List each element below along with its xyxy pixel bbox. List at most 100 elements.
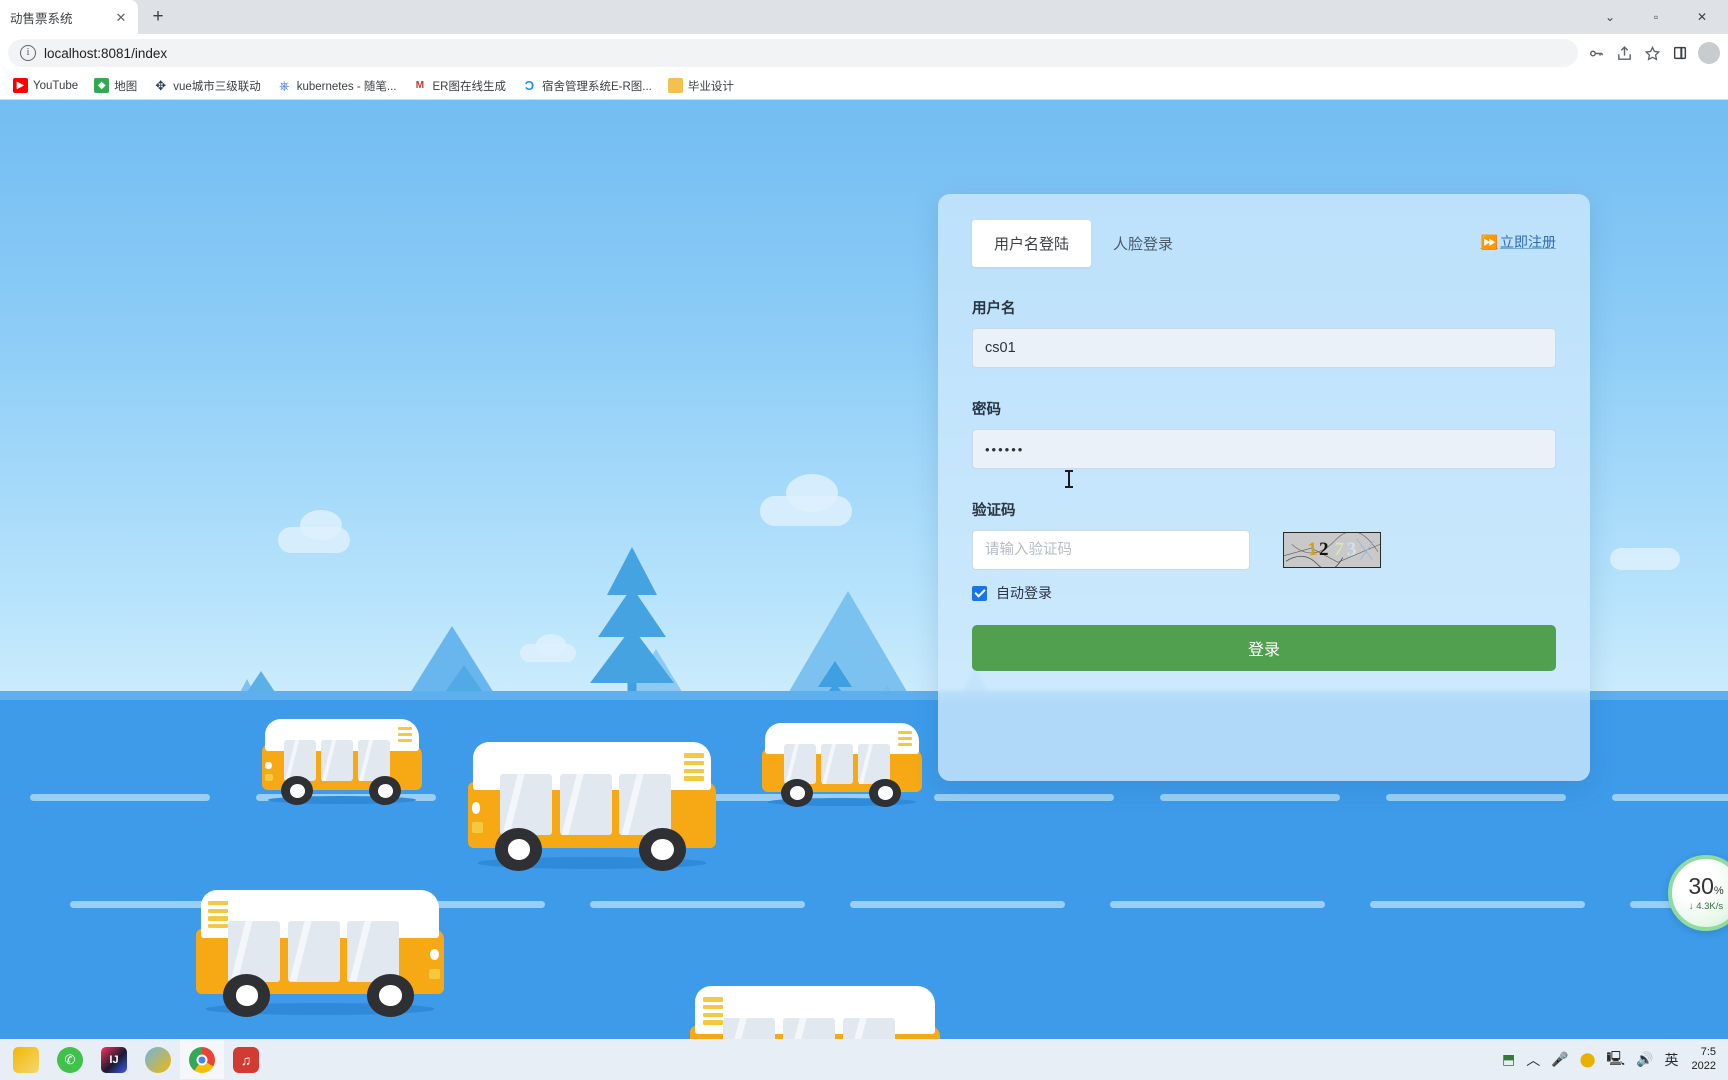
captcha-char: 2 bbox=[1319, 539, 1329, 560]
page-content: 用户名登陆 人脸登录 ⏩ 立即注册 用户名 密码 •••••• 验证码 bbox=[0, 100, 1728, 1053]
close-icon[interactable]: ✕ bbox=[112, 8, 130, 26]
road-dash bbox=[934, 794, 1114, 801]
register-link-label: 立即注册 bbox=[1500, 234, 1556, 250]
bookmark-item[interactable]: ▶ YouTube bbox=[6, 75, 85, 96]
bookmark-item[interactable]: ⎈ kubernetes - 随笔... bbox=[270, 75, 404, 97]
volume-icon[interactable]: 🔊 bbox=[1636, 1051, 1653, 1068]
browser-window: 动售票系统 ✕ + ⌄ ▫ ✕ i localhost:8081/index ▶… bbox=[0, 0, 1728, 1080]
username-input[interactable] bbox=[972, 328, 1556, 368]
address-bar[interactable]: i localhost:8081/index bbox=[8, 39, 1578, 67]
bookmark-label: 宿舍管理系统E-R图... bbox=[541, 80, 652, 93]
taskbar-app-explorer[interactable] bbox=[4, 1040, 48, 1079]
share-icon[interactable] bbox=[1610, 39, 1638, 67]
bus-illustration bbox=[196, 886, 444, 1018]
auto-login-label: 自动登录 bbox=[996, 585, 1052, 601]
auto-login-row[interactable]: 自动登录 bbox=[972, 583, 1556, 603]
bus-illustration bbox=[262, 716, 422, 806]
kubernetes-icon: ⎈ bbox=[279, 77, 290, 93]
chrome-icon bbox=[189, 1046, 215, 1073]
captcha-image[interactable]: 1 2 7 3 bbox=[1283, 532, 1381, 568]
taskbar-app-netease-music[interactable]: ♫ bbox=[224, 1040, 268, 1079]
tab-username-login[interactable]: 用户名登陆 bbox=[972, 220, 1092, 267]
road-dash bbox=[850, 901, 1065, 908]
doc-icon: Ɔ bbox=[524, 78, 535, 93]
usb-icon[interactable]: ⬒ bbox=[1502, 1051, 1515, 1068]
taskbar-app-wechat[interactable]: ✆ bbox=[48, 1040, 92, 1079]
bus-illustration bbox=[762, 720, 922, 808]
bookmark-item[interactable]: M ER图在线生成 bbox=[405, 75, 512, 97]
bookmark-item[interactable]: Ɔ 宿舍管理系统E-R图... bbox=[515, 75, 659, 97]
browser-toolbar: i localhost:8081/index bbox=[0, 34, 1728, 72]
ime-indicator[interactable]: 英 bbox=[1665, 1050, 1679, 1070]
taskbar-clock[interactable]: 7:5 2022 bbox=[1690, 1046, 1716, 1074]
site-info-icon[interactable]: i bbox=[20, 45, 36, 61]
taskbar-app-intellij[interactable]: IJ bbox=[92, 1040, 136, 1079]
update-icon[interactable]: ⬤ bbox=[1580, 1051, 1596, 1068]
bus-illustration bbox=[468, 738, 716, 872]
key-icon[interactable] bbox=[1582, 39, 1610, 67]
bookmark-label: vue城市三级联动 bbox=[173, 80, 261, 93]
captcha-input[interactable] bbox=[972, 530, 1250, 570]
bookmark-item[interactable]: 毕业设计 bbox=[661, 75, 741, 97]
address-bar-url: localhost:8081/index bbox=[44, 45, 168, 61]
speed-rate: ↓ 4.3K/s bbox=[1688, 900, 1724, 912]
new-tab-button[interactable]: + bbox=[144, 3, 172, 31]
auto-login-checkbox[interactable] bbox=[972, 585, 987, 601]
road-dash bbox=[590, 901, 805, 908]
captcha-row: 1 2 7 3 bbox=[972, 530, 1556, 570]
star-icon[interactable] bbox=[1638, 39, 1666, 67]
register-link[interactable]: ⏩ 立即注册 bbox=[1481, 220, 1556, 252]
speed-percent: 30% bbox=[1688, 872, 1724, 899]
captcha-char: 1 bbox=[1306, 538, 1319, 561]
captcha-label: 验证码 bbox=[972, 503, 1016, 519]
text-cursor bbox=[1065, 470, 1073, 488]
network-icon[interactable]: 🖳 bbox=[1606, 1048, 1625, 1072]
wechat-icon: ✆ bbox=[57, 1046, 83, 1073]
sidebar-icon[interactable] bbox=[1666, 39, 1694, 67]
maximize-icon[interactable]: ▫ bbox=[1634, 1, 1678, 33]
login-button[interactable]: 登录 bbox=[972, 625, 1556, 671]
cloud-shape bbox=[1610, 548, 1680, 570]
taskbar-app-blue[interactable] bbox=[136, 1040, 180, 1079]
login-tabs: 用户名登陆 人脸登录 bbox=[972, 220, 1195, 267]
cloud-shape bbox=[786, 474, 838, 512]
vue-icon: ✥ bbox=[155, 77, 167, 93]
profile-avatar[interactable] bbox=[1698, 42, 1720, 64]
bookmark-item[interactable]: ✥ vue城市三级联动 bbox=[146, 75, 268, 97]
bookmark-label: 毕业设计 bbox=[687, 80, 734, 93]
percent-unit: % bbox=[1713, 884, 1724, 897]
captcha-char: 3 bbox=[1346, 538, 1358, 561]
road-dash bbox=[30, 794, 210, 801]
minimize-icon[interactable]: ⌄ bbox=[1588, 1, 1632, 33]
road-dash bbox=[1160, 794, 1340, 801]
folder-icon bbox=[667, 78, 683, 93]
chevron-up-icon[interactable]: ︿ bbox=[1526, 1050, 1540, 1070]
er-diagram-icon: M bbox=[415, 80, 425, 91]
road-dash bbox=[1386, 794, 1566, 801]
cloud-shape bbox=[536, 634, 566, 656]
close-window-icon[interactable]: ✕ bbox=[1680, 1, 1724, 33]
youtube-icon: ▶ bbox=[13, 78, 28, 93]
bookmark-label: ER图在线生成 bbox=[432, 80, 506, 93]
tab-face-login[interactable]: 人脸登录 bbox=[1091, 220, 1195, 267]
password-input[interactable]: •••••• bbox=[972, 429, 1556, 469]
password-label: 密码 bbox=[972, 402, 1001, 418]
tab-strip: 动售票系统 ✕ + ⌄ ▫ ✕ bbox=[0, 0, 1728, 34]
microphone-icon[interactable]: 🎤 bbox=[1551, 1051, 1568, 1068]
maps-icon: ◆ bbox=[94, 78, 110, 93]
netease-music-icon: ♫ bbox=[233, 1046, 259, 1073]
login-card: 用户名登陆 人脸登录 ⏩ 立即注册 用户名 密码 •••••• 验证码 bbox=[938, 194, 1590, 781]
clock-date: 2022 bbox=[1691, 1059, 1716, 1072]
captcha-char: 7 bbox=[1332, 538, 1344, 561]
intellij-idea-icon: IJ bbox=[101, 1046, 127, 1073]
username-label: 用户名 bbox=[972, 301, 1016, 317]
taskbar-app-chrome[interactable] bbox=[180, 1040, 224, 1079]
windows-taskbar: ✆ IJ ♫ ⬒ ︿ 🎤 ⬤ 🖳 🔊 英 7:5 2022 bbox=[0, 1039, 1728, 1080]
bookmark-item[interactable]: ◆ 地图 bbox=[87, 75, 144, 97]
clock-time: 7:5 bbox=[1700, 1045, 1716, 1058]
app-blue-icon bbox=[145, 1046, 171, 1073]
browser-tab[interactable]: 动售票系统 ✕ bbox=[0, 0, 138, 34]
login-card-header: 用户名登陆 人脸登录 ⏩ 立即注册 bbox=[972, 220, 1556, 267]
bookmarks-bar: ▶ YouTube ◆ 地图 ✥ vue城市三级联动 ⎈ kubernetes … bbox=[0, 72, 1728, 100]
window-controls: ⌄ ▫ ✕ bbox=[1588, 0, 1728, 34]
